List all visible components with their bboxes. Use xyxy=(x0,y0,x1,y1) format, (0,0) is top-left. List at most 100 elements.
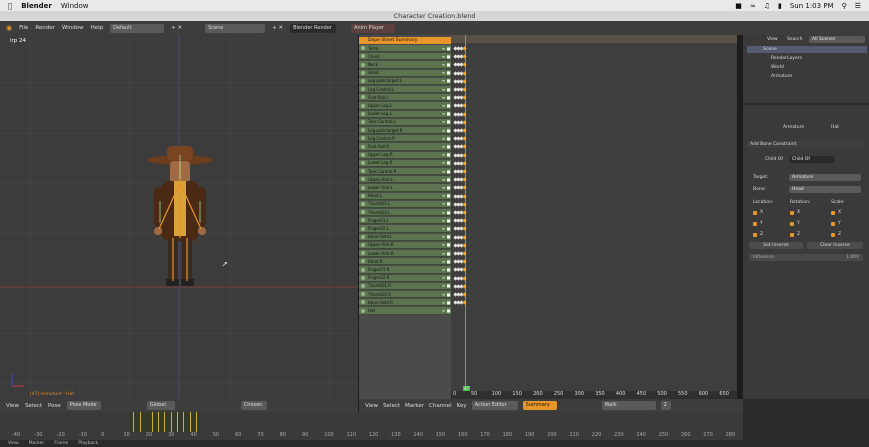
channel-expand-icon[interactable] xyxy=(361,201,365,206)
clock[interactable]: Sun 1:03 PM xyxy=(790,2,834,10)
target-field[interactable]: Armature xyxy=(789,174,861,181)
channel-row[interactable]: Finger02.R ≡ ■ xyxy=(359,274,451,282)
render-engine-select[interactable]: Blender Render xyxy=(290,23,337,33)
channel-row[interactable]: Chest ≡ ■ xyxy=(359,53,451,61)
volume-icon[interactable]: ♫ xyxy=(764,2,770,10)
bone-field[interactable]: Head xyxy=(789,186,861,193)
mode-select[interactable]: Pose Mode xyxy=(66,401,101,410)
channel-expand-icon[interactable] xyxy=(361,136,365,141)
channel-expand-icon[interactable] xyxy=(361,62,365,67)
channel-expand-icon[interactable] xyxy=(361,46,365,51)
axis-checkbox[interactable] xyxy=(753,233,757,237)
tl-menu-view[interactable]: View xyxy=(8,441,19,446)
ds-menu-key[interactable]: Key xyxy=(457,403,467,409)
channel-row[interactable]: Hat ≡ ■ xyxy=(359,307,451,315)
area-divider[interactable] xyxy=(358,35,359,412)
channel-expand-icon[interactable] xyxy=(361,78,365,83)
channel-row[interactable]: Lower Arm.L ≡ ■ xyxy=(359,184,451,192)
outliner-tab-search[interactable]: Search xyxy=(787,37,802,42)
editor-mode-select[interactable]: Action Editor xyxy=(471,401,518,410)
channel-expand-icon[interactable] xyxy=(361,234,365,239)
channel-expand-icon[interactable] xyxy=(361,275,365,280)
channel-expand-icon[interactable] xyxy=(361,193,365,198)
channel-row[interactable]: Leg pole target.R ≡ ■ xyxy=(359,127,451,135)
channel-expand-icon[interactable] xyxy=(361,267,365,272)
clear-inverse-button[interactable]: Clear Inverse xyxy=(807,242,863,249)
channel-row[interactable]: Leg Control.R ≡ ■ xyxy=(359,135,451,143)
window-menu[interactable]: Window xyxy=(61,2,89,10)
timeline-ruler[interactable]: -40 -30 -20 -10 0 10 20 30 40 50 60 70 80 90 100 110 120… xyxy=(0,432,743,440)
channel-expand-icon[interactable] xyxy=(361,308,365,313)
dropbox-icon[interactable]: ■ xyxy=(735,2,742,10)
channel-row[interactable]: Toes Control.L ≡ ■ xyxy=(359,118,451,127)
channel-row[interactable]: Neck ≡ ■ xyxy=(359,61,451,69)
channel-row[interactable]: Finger01.R ≡ ■ xyxy=(359,266,451,274)
add-bone-constraint-button[interactable]: Add Bone Constraint xyxy=(747,141,865,148)
axis-checkbox[interactable] xyxy=(790,211,794,215)
channel-row[interactable]: Hand Hold.L ≡ ■ xyxy=(359,233,451,241)
axis-checkbox[interactable] xyxy=(753,222,757,226)
channel-expand-icon[interactable] xyxy=(361,111,365,116)
channel-row[interactable]: Upper Leg.R ≡ ■ xyxy=(359,151,451,159)
outliner-armature[interactable]: Armature xyxy=(771,74,792,79)
channel-summary[interactable]: Dope Sheet Summary xyxy=(359,37,451,44)
channel-expand-icon[interactable] xyxy=(361,185,365,190)
axis-checkbox[interactable] xyxy=(790,222,794,226)
channel-row[interactable]: Upper Leg.L ≡ ■ xyxy=(359,102,451,110)
channel-expand-icon[interactable] xyxy=(361,95,365,100)
channel-expand-icon[interactable] xyxy=(361,283,365,288)
channel-row[interactable]: Upper Arm.R ≡ ■ xyxy=(359,241,451,250)
channel-row[interactable]: Thumb02.R ≡ ■ xyxy=(359,291,451,299)
ds-menu-channel[interactable]: Channel xyxy=(429,403,452,409)
outliner-tab-view[interactable]: View xyxy=(767,37,778,42)
outliner-renderlayers[interactable]: RenderLayers xyxy=(771,56,802,61)
menu-help[interactable]: Help xyxy=(91,25,104,31)
menu-list-icon[interactable]: ☰ xyxy=(855,2,861,10)
channel-row[interactable]: Lower Leg.L ≡ ■ xyxy=(359,110,451,118)
axis-checkbox[interactable] xyxy=(790,233,794,237)
channel-expand-icon[interactable] xyxy=(361,177,365,182)
axis-checkbox[interactable] xyxy=(753,211,757,215)
set-inverse-button[interactable]: Set Inverse xyxy=(749,242,803,249)
channel-row[interactable]: Thumb01.R ≡ ■ xyxy=(359,282,451,291)
dopesheet-ruler[interactable]: 47 0 50 100 150 200 250 300 350 400 450 500 550 600 6… xyxy=(451,386,737,399)
transform-orientation-select[interactable]: Global xyxy=(146,401,175,410)
constraint-name-field[interactable]: Child Of xyxy=(789,156,835,163)
channel-row[interactable]: Torso ≡ ■ xyxy=(359,45,451,53)
channel-row[interactable]: Thumb02.L ≡ ■ xyxy=(359,209,451,217)
influence-slider[interactable]: Influence 1.000 xyxy=(749,254,863,261)
channel-expand-icon[interactable] xyxy=(361,152,365,157)
channel-row[interactable]: Finger01.L ≡ ■ xyxy=(359,217,451,225)
channel-expand-icon[interactable] xyxy=(361,169,365,174)
channel-row[interactable]: Thumb01.L ≡ ■ xyxy=(359,200,451,209)
tl-menu-frame[interactable]: Frame xyxy=(54,441,68,446)
axis-checkbox[interactable] xyxy=(831,233,835,237)
channel-row[interactable]: Finger02.L ≡ ■ xyxy=(359,225,451,233)
vp-menu-view[interactable]: View xyxy=(6,403,19,409)
context-armature[interactable]: Armature xyxy=(783,125,804,130)
blender-logo-icon[interactable]: ◉ xyxy=(6,24,12,32)
ds-menu-view[interactable]: View xyxy=(365,403,378,409)
channel-row[interactable]: Foot Roll.R ≡ ■ xyxy=(359,143,451,151)
channel-expand-icon[interactable] xyxy=(361,226,365,231)
vp-menu-select[interactable]: Select xyxy=(25,403,42,409)
battery-icon[interactable]: ▮ xyxy=(778,2,782,10)
anim-player-button[interactable]: Anim Player xyxy=(351,23,396,33)
layout-add-icon[interactable]: + ✕ xyxy=(171,25,182,31)
menu-window[interactable]: Window xyxy=(62,25,84,31)
channel-expand-icon[interactable] xyxy=(361,292,365,297)
channel-row[interactable]: Hand Hold.R ≡ ■ xyxy=(359,299,451,307)
summary-toggle-button[interactable]: Summary xyxy=(522,401,557,410)
channel-row[interactable]: Hand.R ≡ ■ xyxy=(359,258,451,266)
channel-row[interactable]: Hand.L ≡ ■ xyxy=(359,192,451,200)
channel-expand-icon[interactable] xyxy=(361,259,365,264)
timeline[interactable]: -40 -30 -20 -10 0 10 20 30 40 50 60 70 80 90 100 110 120… xyxy=(0,412,743,447)
channel-row[interactable]: Lower Arm.R ≡ ■ xyxy=(359,250,451,258)
menu-file[interactable]: File xyxy=(19,25,28,31)
channel-row[interactable]: Leg pole target.L ≡ ■ xyxy=(359,77,451,86)
dopesheet-timeline[interactable] xyxy=(451,35,737,399)
scene-add-icon[interactable]: + ✕ xyxy=(272,25,283,31)
channel-expand-icon[interactable] xyxy=(361,54,365,59)
menu-render[interactable]: Render xyxy=(35,25,55,31)
outliner-scene-filter[interactable]: All Scenes xyxy=(809,36,865,43)
